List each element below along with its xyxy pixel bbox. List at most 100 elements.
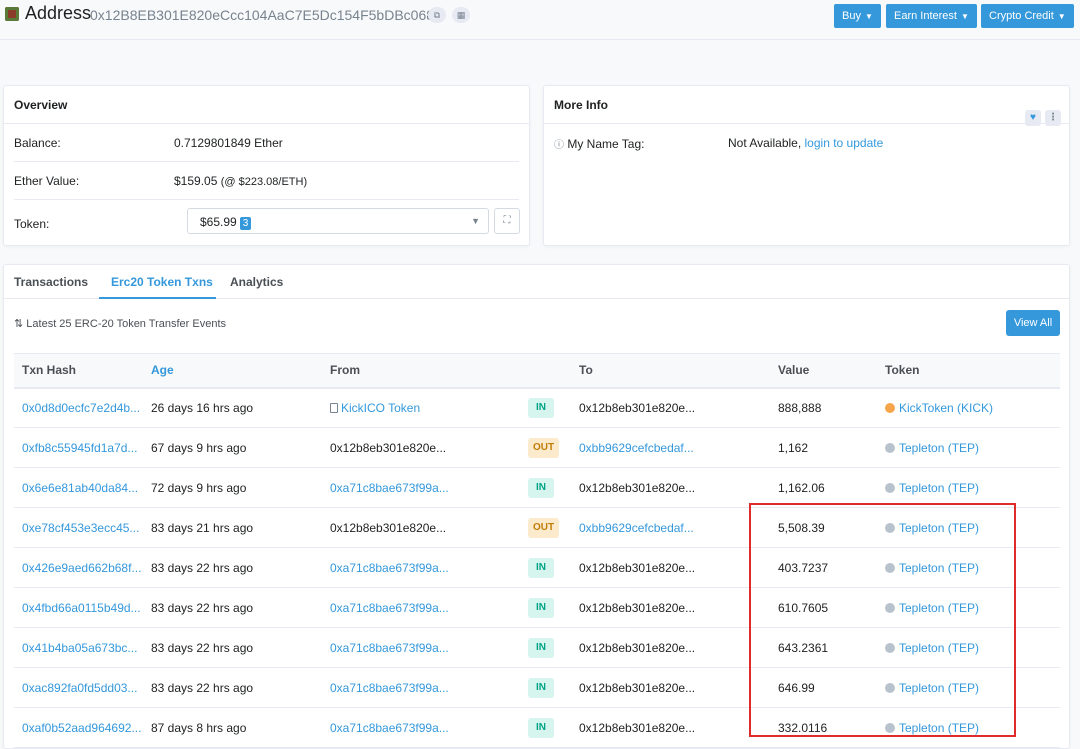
tepleton-icon xyxy=(885,482,895,493)
from-address[interactable]: 0xa71c8bae673f99a... xyxy=(330,721,449,735)
age-cell: 83 days 21 hrs ago xyxy=(143,507,322,548)
table-row: 0x6e6e81ab40da84... 72 days 9 hrs ago 0xa7… xyxy=(14,467,1060,508)
table-row: 0xfb8c55945fd1a7d... 67 days 9 hrs ago 0x1… xyxy=(14,427,1060,468)
to-address[interactable]: 0xbb9629cefcbedaf... xyxy=(579,521,694,535)
table-row: 0xe78cf453e3ecc45... 83 days 21 hrs ago 0x… xyxy=(14,507,1060,548)
to-address: 0x12b8eb301e820e... xyxy=(579,560,696,575)
age-cell: 72 days 9 hrs ago xyxy=(143,467,322,508)
token-link[interactable]: Tepleton (TEP) xyxy=(899,441,979,455)
token-link[interactable]: Tepleton (TEP) xyxy=(899,601,979,615)
tepleton-icon xyxy=(885,522,895,533)
direction-badge: IN xyxy=(528,557,554,578)
to-address[interactable]: 0xbb9629cefcbedaf... xyxy=(579,441,694,455)
to-address: 0x12b8eb301e820e... xyxy=(579,480,696,495)
tab-bar: Transactions Erc20 Token Txns Analytics xyxy=(4,265,1069,299)
col-age[interactable]: Age xyxy=(143,353,322,389)
txn-hash-link[interactable]: 0x426e9aed662b68f... xyxy=(22,561,141,575)
token-link[interactable]: Tepleton (TEP) xyxy=(899,481,979,495)
token-holdings-dropdown[interactable]: $65.99 3 ▼ xyxy=(187,208,489,234)
direction-badge: OUT xyxy=(528,437,560,458)
value-cell: 1,162 xyxy=(770,427,877,468)
token-link[interactable]: Tepleton (TEP) xyxy=(899,521,979,535)
qr-code-icon[interactable]: ▦ xyxy=(452,7,470,23)
txn-hash-link[interactable]: 0x41b4ba05a673bc... xyxy=(22,641,137,655)
age-cell: 87 days 8 hrs ago xyxy=(143,707,322,748)
token-link[interactable]: Tepleton (TEP) xyxy=(899,681,979,695)
to-address: 0x12b8eb301e820e... xyxy=(579,720,696,735)
ether-value-row: Ether Value: $159.05 (@ $223.08/ETH) xyxy=(14,162,519,200)
txn-hash-link[interactable]: 0xe78cf453e3ecc45... xyxy=(22,521,139,535)
table-row: 0x426e9aed662b68f... 83 days 22 hrs ago 0x… xyxy=(14,547,1060,588)
age-cell: 83 days 22 hrs ago xyxy=(143,587,322,628)
token-count-badge: 3 xyxy=(239,217,252,230)
txn-hash-link[interactable]: 0xfb8c55945fd1a7d... xyxy=(22,441,137,455)
table-row: 0x41b4ba05a673bc... 83 days 22 hrs ago 0xa… xyxy=(14,627,1060,668)
balance-row: Balance: 0.7129801849 Ether xyxy=(14,124,519,162)
value-cell: 888,888 xyxy=(770,387,877,428)
sort-icon: ⇅ xyxy=(14,318,24,330)
buy-button[interactable]: Buy ▼ xyxy=(834,4,881,28)
login-to-update-link[interactable]: login to update xyxy=(805,136,884,150)
table-row: 0x0d8d0ecfc7e2d4b... 26 days 16 hrs ago Ki… xyxy=(14,387,1060,428)
direction-badge: OUT xyxy=(528,517,560,538)
col-txn-hash: Txn Hash xyxy=(14,353,143,389)
active-tab-indicator xyxy=(99,297,216,299)
copy-icon[interactable]: ⧉ xyxy=(428,7,446,23)
chevron-down-icon: ▼ xyxy=(864,12,873,21)
txn-hash-link[interactable]: 0xac892fa0fd5dd03... xyxy=(22,681,137,695)
age-cell: 67 days 9 hrs ago xyxy=(143,427,322,468)
age-cell: 83 days 22 hrs ago xyxy=(143,627,322,668)
col-to: To xyxy=(571,353,770,389)
value-cell: 646.99 xyxy=(770,667,877,708)
overview-card: Overview Balance: 0.7129801849 Ether Eth… xyxy=(3,85,530,246)
view-all-button[interactable]: View All xyxy=(1006,310,1060,336)
chevron-down-icon: ▼ xyxy=(1057,12,1066,21)
txn-hash-link[interactable]: 0x6e6e81ab40da84... xyxy=(22,481,138,495)
to-address: 0x12b8eb301e820e... xyxy=(579,600,696,615)
from-address[interactable]: 0xa71c8bae673f99a... xyxy=(330,481,449,495)
direction-badge: IN xyxy=(528,477,554,498)
txn-hash-link[interactable]: 0xaf0b52aad964692... xyxy=(22,721,141,735)
token-link[interactable]: Tepleton (TEP) xyxy=(899,561,979,575)
table-row: 0xac892fa0fd5dd03... 83 days 22 hrs ago 0x… xyxy=(14,667,1060,708)
token-link[interactable]: Tepleton (TEP) xyxy=(899,721,979,735)
col-token: Token xyxy=(877,353,1060,389)
to-address: 0x12b8eb301e820e... xyxy=(579,680,696,695)
from-address[interactable]: 0xa71c8bae673f99a... xyxy=(330,601,449,615)
direction-badge: IN xyxy=(528,677,554,698)
transactions-card: Transactions Erc20 Token Txns Analytics … xyxy=(3,264,1070,749)
to-address: 0x12b8eb301e820e... xyxy=(579,400,696,415)
token-transfers-table: Txn Hash Age From To Value Token 0x0d8d0… xyxy=(14,353,1060,748)
identicon-icon xyxy=(5,7,19,21)
token-link[interactable]: KickToken (KICK) xyxy=(899,401,993,415)
from-address[interactable]: 0xa71c8bae673f99a... xyxy=(330,561,449,575)
tab-erc20-token-txns[interactable]: Erc20 Token Txns xyxy=(111,275,213,289)
table-header-row: Txn Hash Age From To Value Token xyxy=(14,353,1060,389)
table-row: 0x4fbd66a0115b49d... 83 days 22 hrs ago 0x… xyxy=(14,587,1060,628)
direction-badge: IN xyxy=(528,637,554,658)
crypto-credit-button[interactable]: Crypto Credit ▼ xyxy=(981,4,1074,28)
ether-rate: (@ $223.08/ETH) xyxy=(220,176,308,188)
from-address[interactable]: 0xa71c8bae673f99a... xyxy=(330,641,449,655)
col-from: From xyxy=(322,353,520,389)
expand-icon[interactable]: ⛶ xyxy=(494,208,520,234)
col-value: Value xyxy=(770,353,877,389)
more-info-title: More Info xyxy=(554,98,608,112)
chevron-down-icon: ▼ xyxy=(471,216,480,226)
direction-badge: IN xyxy=(528,717,554,738)
balance-value: 0.7129801849 Ether xyxy=(174,136,283,150)
from-address[interactable]: KickICO Token xyxy=(341,401,420,415)
from-address[interactable]: 0xa71c8bae673f99a... xyxy=(330,681,449,695)
table-row: 0xaf0b52aad964692... 87 days 8 hrs ago 0xa… xyxy=(14,707,1060,748)
earn-interest-button[interactable]: Earn Interest ▼ xyxy=(886,4,977,28)
contract-icon xyxy=(330,402,338,413)
txn-hash-link[interactable]: 0x0d8d0ecfc7e2d4b... xyxy=(22,401,140,415)
tab-transactions[interactable]: Transactions xyxy=(14,275,88,289)
list-subtitle: Latest 25 ERC-20 Token Transfer Events xyxy=(26,318,227,330)
direction-badge: IN xyxy=(528,397,554,418)
tepleton-icon xyxy=(885,442,895,453)
page-title: Address xyxy=(25,3,92,23)
tab-analytics[interactable]: Analytics xyxy=(230,275,283,289)
txn-hash-link[interactable]: 0x4fbd66a0115b49d... xyxy=(22,601,141,615)
token-link[interactable]: Tepleton (TEP) xyxy=(899,641,979,655)
